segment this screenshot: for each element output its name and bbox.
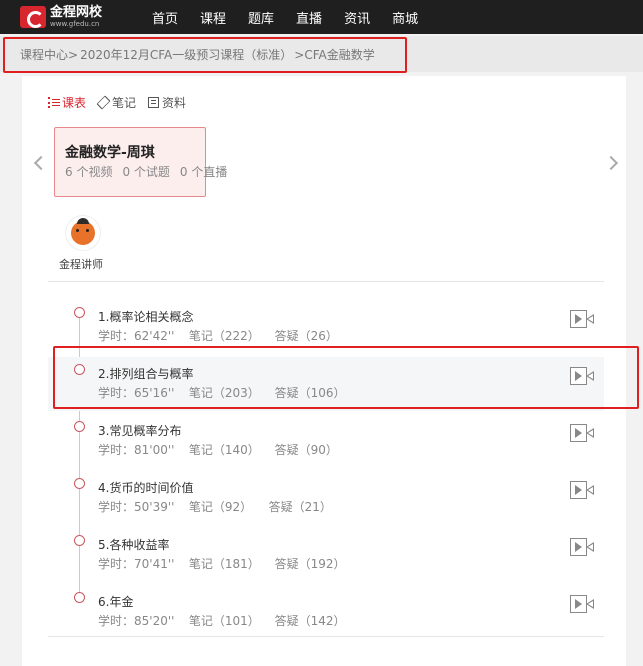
exercise-count: 0 个试题 [122,165,170,179]
nav-item-mall[interactable]: 商城 [392,8,418,27]
live-count: 0 个直播 [179,165,228,179]
lesson-notes-count: 笔记（181） [188,557,260,571]
lesson-notes-count: 笔记（92） [188,500,253,514]
document-icon [148,97,160,108]
lesson-qa-count: 答疑（21） [268,500,332,514]
lesson-duration: 学时：81'00'' [98,443,175,457]
lesson-qa-count: 答疑（192） [274,557,346,571]
lesson-duration: 学时：50'39'' [98,500,175,514]
lesson-title[interactable]: 5.各种收益率 [98,536,169,553]
tab-label: 笔记 [112,96,137,110]
timeline-dot [74,307,85,318]
lesson-duration: 学时：62'42'' [98,329,175,343]
nav-item-question-bank[interactable]: 题库 [248,8,274,27]
logo-text: 金程网校 [50,5,103,20]
main-nav: 首页 课程 题库 直播 资讯 商城 [152,0,440,34]
timeline-dot [74,421,85,432]
lesson-title[interactable]: 4.货币的时间价值 [98,479,193,496]
course-card-title: 金融数学-周琪 [65,145,155,161]
lesson-meta: 学时：85'20'' 笔记（101） 答疑（142） [98,612,346,629]
timeline-dot [74,535,85,546]
breadcrumb-highlight-box [3,37,407,73]
tab-notes[interactable]: 笔记 [96,94,137,111]
pencil-icon [96,95,111,110]
teacher-avatar[interactable] [66,216,100,250]
site-logo[interactable]: 金程网校 www.gfedu.cn [20,4,102,30]
lesson-title[interactable]: 1.概率论相关概念 [98,308,193,325]
lesson-row[interactable]: 5.各种收益率 学时：70'41'' 笔记（181） 答疑（192） [48,528,604,582]
tab-label: 资料 [162,96,187,110]
lesson-meta: 学时：70'41'' 笔记（181） 答疑（192） [98,555,346,572]
divider [48,281,604,282]
avatar-icon [71,218,95,245]
logo-url: www.gfedu.cn [50,20,100,28]
lesson-title[interactable]: 3.常见概率分布 [98,422,181,439]
lesson-title[interactable]: 6.年金 [98,593,133,610]
list-icon [48,97,60,108]
lesson-row[interactable]: 4.货币的时间价值 学时：50'39'' 笔记（92） 答疑（21） [48,471,604,525]
timeline-dot [74,592,85,603]
lesson-highlight-box [53,346,639,409]
lesson-qa-count: 答疑（26） [274,329,338,343]
lesson-notes-count: 笔记（222） [188,329,260,343]
lesson-duration: 学时：85'20'' [98,614,175,628]
lesson-qa-count: 答疑（142） [274,614,346,628]
lesson-notes-count: 笔记（101） [188,614,260,628]
play-video-icon[interactable] [570,424,594,442]
lesson-meta: 学时：50'39'' 笔记（92） 答疑（21） [98,498,332,515]
course-card-meta: 6 个视频 0 个试题 0 个直播 [65,163,237,180]
lesson-meta: 学时：81'00'' 笔记（140） 答疑（90） [98,441,338,458]
lesson-notes-count: 笔记（140） [188,443,260,457]
nav-item-courses[interactable]: 课程 [200,8,226,27]
tab-label: 课表 [62,96,87,110]
tab-schedule[interactable]: 课表 [48,94,86,111]
teacher-label: 金程讲师 [59,258,103,271]
play-video-icon[interactable] [570,595,594,613]
play-video-icon[interactable] [570,538,594,556]
lesson-meta: 学时：62'42'' 笔记（222） 答疑（26） [98,327,338,344]
nav-item-live[interactable]: 直播 [296,8,322,27]
timeline-dot [74,478,85,489]
lesson-qa-count: 答疑（90） [274,443,338,457]
tab-materials[interactable]: 资料 [148,94,186,111]
play-video-icon[interactable] [570,310,594,328]
lesson-row[interactable]: 3.常见概率分布 学时：81'00'' 笔记（140） 答疑（90） [48,414,604,468]
lesson-row[interactable]: 6.年金 学时：85'20'' 笔记（101） 答疑（142） [48,585,604,639]
nav-item-news[interactable]: 资讯 [344,8,370,27]
video-count: 6 个视频 [65,165,113,179]
lesson-duration: 学时：70'41'' [98,557,175,571]
course-card[interactable]: 金融数学-周琪 6 个视频 0 个试题 0 个直播 [54,127,227,197]
top-navigation-bar: 金程网校 www.gfedu.cn 首页 课程 题库 直播 资讯 商城 [0,0,643,34]
nav-item-home[interactable]: 首页 [152,8,178,27]
content-tabs: 课表 笔记 资料 [48,94,198,111]
logo-icon [20,6,46,28]
play-video-icon[interactable] [570,481,594,499]
